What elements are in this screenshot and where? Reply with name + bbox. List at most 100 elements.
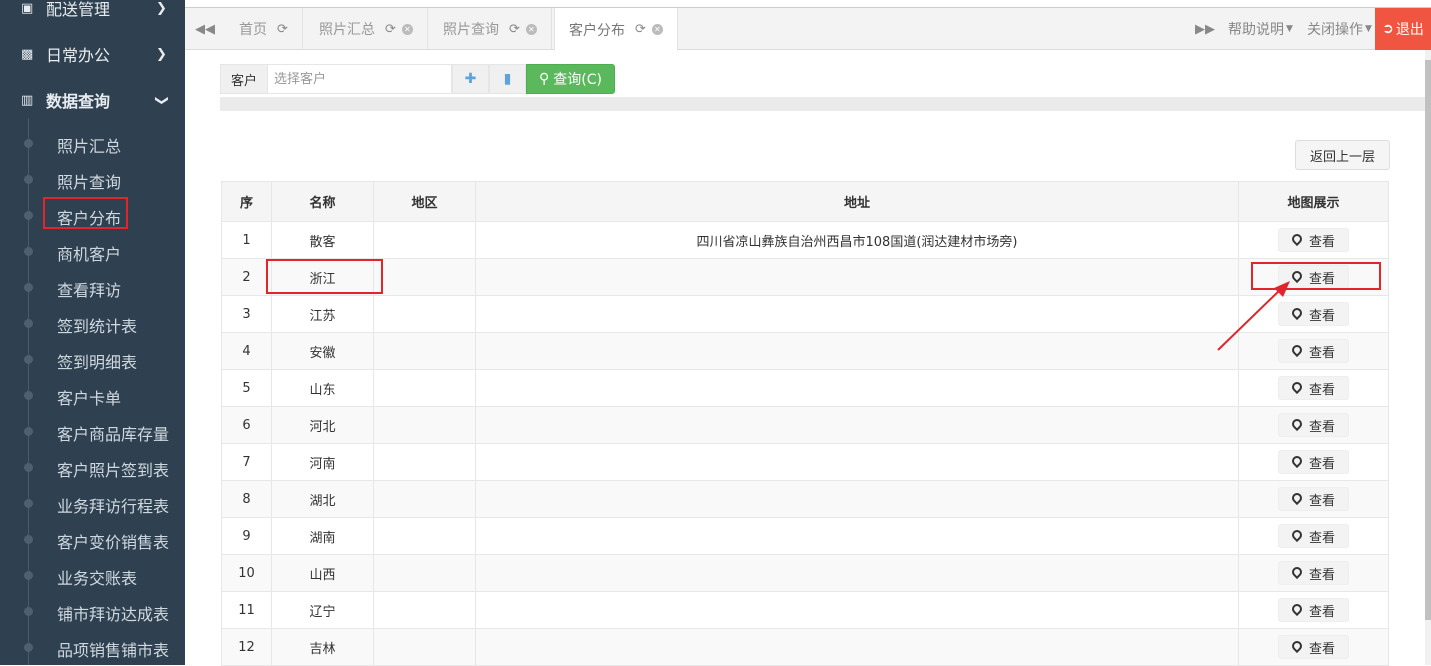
sidebar-item[interactable]: 业务拜访行程表 [0,485,185,521]
view-map-button[interactable]: 查看 [1278,487,1349,511]
sidebar-item-label: 签到明细表 [57,353,138,372]
plus-icon: ✚ [464,71,477,87]
bullet-icon [24,607,33,616]
refresh-icon[interactable]: ⟳ [385,22,396,37]
view-map-button[interactable]: 查看 [1278,635,1349,659]
sidebar-item-label: 照片查询 [57,173,122,192]
view-map-button[interactable]: 查看 [1278,413,1349,437]
bullet-icon [24,247,33,256]
tab-home[interactable]: 首页 ⟳ [225,8,303,50]
col-header: 序 [221,181,272,222]
help-dropdown[interactable]: 帮助说明 ▼ [1228,8,1293,50]
sidebar-item[interactable]: 照片查询 [0,161,185,197]
close-ops-dropdown[interactable]: 关闭操作 ▼ [1307,8,1372,50]
view-map-button[interactable]: 查看 [1278,561,1349,585]
refresh-icon[interactable]: ⟳ [635,22,646,37]
cell-name: 散客 [271,221,374,259]
cell-address: 四川省凉山彝族自治州西昌市108国道(润达建材市场旁) [475,221,1239,259]
tab-label: 照片汇总 [319,22,375,38]
view-label: 查看 [1308,567,1335,583]
cell-region [373,554,476,592]
refresh-icon[interactable]: ⟳ [277,22,288,37]
add-button[interactable]: ✚ [452,64,490,94]
chevron-down-icon: ❯ [153,94,169,106]
tab-customer-distribution[interactable]: 客户分布 ⟳ ✕ [554,8,678,51]
sidebar-item[interactable]: 商机客户 [0,233,185,269]
sidebar-item[interactable]: 铺市拜访达成表 [0,593,185,629]
tab-photo-summary[interactable]: 照片汇总 ⟳ ✕ [305,8,428,50]
cell-address [475,517,1239,555]
cell-address [475,591,1239,629]
caret-down-icon: ▼ [1286,24,1293,34]
refresh-icon[interactable]: ⟳ [509,22,520,37]
customer-search-group: 客户 ✚ ▮ ⚲ 查询(C) [220,64,615,94]
close-icon[interactable]: ✕ [401,23,413,35]
menu-group-data-query[interactable]: ▥ 数据查询 ❯ [0,82,185,118]
query-label: 查询(C) [553,72,602,88]
customer-label: 客户 [220,64,269,94]
tab-scroll-left-icon[interactable]: ◀◀ [185,8,225,50]
active-item-highlight [43,197,128,229]
cell-no: 5 [221,369,272,407]
sidebar-item-label: 品项销售铺市表 [57,641,170,660]
tab-photo-query[interactable]: 照片查询 ⟳ ✕ [429,8,552,50]
cell-no: 3 [221,295,272,333]
cell-address [475,295,1239,333]
view-map-button[interactable]: 查看 [1278,450,1349,474]
sidebar-item[interactable]: 客户商品库存量 [0,413,185,449]
cell-region [373,628,476,666]
view-label: 查看 [1308,530,1335,546]
sidebar-item[interactable]: 照片汇总 [0,125,185,161]
view-map-button[interactable]: 查看 [1278,228,1349,252]
sidebar-item[interactable]: 业务交账表 [0,557,185,593]
sidebar-item[interactable]: 签到统计表 [0,305,185,341]
cell-no: 2 [221,258,272,296]
cell-name: 山东 [271,369,374,407]
table-row: 6 河北 查看 [221,406,1389,444]
customer-table: 序 名称 地区 地址 地图展示 1 散客 四川省凉山彝族自治州西昌市108国道(润达… [221,181,1389,666]
trash-icon: ▮ [503,71,512,87]
map-marker-icon [1289,231,1305,247]
sidebar-item[interactable]: 签到明细表 [0,341,185,377]
sidebar-item[interactable]: 客户变价销售表 [0,521,185,557]
view-map-button[interactable]: 查看 [1278,376,1349,400]
cell-no: 1 [221,221,272,259]
sidebar-item[interactable]: 客户卡单 [0,377,185,413]
cell-address [475,554,1239,592]
back-button[interactable]: 返回上一层 [1295,140,1390,170]
menu-group-daily-office[interactable]: ▩ 日常办公 ❯ [0,36,185,72]
view-map-button[interactable]: 查看 [1278,598,1349,622]
cell-region [373,517,476,555]
cell-no: 10 [221,554,272,592]
menu-group-delivery[interactable]: ▣ 配送管理 ❯ [0,0,185,26]
table-row: 10 山西 查看 [221,554,1389,592]
sidebar-item-label: 业务拜访行程表 [57,497,170,516]
cell-map: 查看 [1238,406,1389,444]
map-marker-icon [1289,416,1305,432]
scrollbar-thumb[interactable] [1425,60,1431,620]
close-icon[interactable]: ✕ [525,23,537,35]
tab-scroll-right-icon[interactable]: ▶▶ [1185,8,1225,50]
tab-label: 首页 [239,22,267,38]
clear-button[interactable]: ▮ [489,64,527,94]
cell-name: 湖北 [271,480,374,518]
tab-label: 客户分布 [569,22,625,39]
cell-map: 查看 [1238,369,1389,407]
customer-input[interactable] [268,64,453,94]
close-icon[interactable]: ✕ [651,24,663,35]
table-row: 1 散客 四川省凉山彝族自治州西昌市108国道(润达建材市场旁) 查看 [221,221,1389,259]
logout-button[interactable]: ➲ 退出 [1375,8,1431,50]
bullet-icon [24,319,33,328]
cell-map: 查看 [1238,480,1389,518]
sign-out-icon: ➲ [1382,21,1394,37]
cell-address [475,406,1239,444]
sidebar-item[interactable]: 品项销售铺市表 [0,629,185,665]
sidebar-item[interactable]: 客户照片签到表 [0,449,185,485]
sidebar-item[interactable]: 查看拜访 [0,269,185,305]
cell-no: 7 [221,443,272,481]
view-map-button[interactable]: 查看 [1278,524,1349,548]
cell-name: 河南 [271,443,374,481]
table-row: 7 河南 查看 [221,443,1389,481]
query-button[interactable]: ⚲ 查询(C) [526,64,615,94]
bar-chart-icon: ▥ [21,92,34,108]
